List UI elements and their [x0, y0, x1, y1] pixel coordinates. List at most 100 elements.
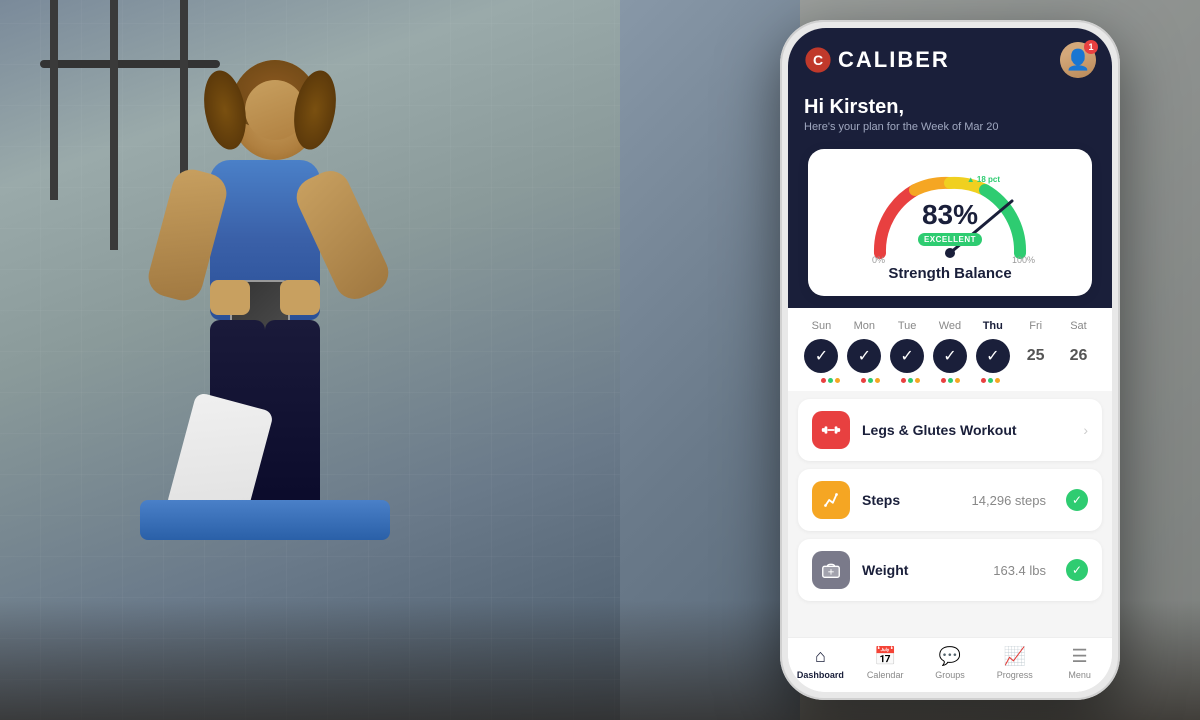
bench-top	[140, 500, 390, 540]
notification-badge: 1	[1084, 40, 1098, 54]
woman-hand-left	[210, 280, 250, 315]
day-cell-fri[interactable]: 25	[1018, 338, 1054, 374]
gauge-center: ▲ 18 pct 83% EXCELLENT	[910, 201, 990, 247]
check-circle-steps: ✓	[1066, 489, 1088, 511]
workout-item-steps[interactable]: Steps 14,296 steps ✓	[798, 469, 1102, 531]
day-check-tue: ✓	[890, 339, 924, 373]
nav-item-calendar[interactable]: 📅 Calendar	[853, 646, 918, 680]
dot-orange-wed	[955, 378, 960, 383]
greeting-hi: Hi Kirsten,	[804, 96, 1096, 119]
main-content: Sun Mon Tue Wed Thu Fri Sat ✓	[788, 308, 1112, 637]
nav-label-dashboard: Dashboard	[797, 670, 844, 680]
gauge-section-bg: 0% 100% ▲ 18 pct 83% EXCELLENT Strength …	[788, 149, 1112, 308]
dot-red-thu	[981, 378, 986, 383]
dumbbell-icon	[820, 419, 842, 441]
workout-icon-legs	[812, 411, 850, 449]
nav-item-progress[interactable]: 📈 Progress	[982, 646, 1047, 680]
dot-orange-thu	[995, 378, 1000, 383]
gauge-title: Strength Balance	[888, 265, 1011, 282]
svg-text:0%: 0%	[872, 255, 885, 263]
scale-icon	[820, 559, 842, 581]
gauge-percent: 83%	[910, 201, 990, 229]
day-cell-sun[interactable]: ✓	[803, 338, 839, 374]
workout-name-steps: Steps	[862, 492, 960, 508]
nav-label-menu: Menu	[1068, 670, 1091, 680]
nav-item-dashboard[interactable]: ⌂ Dashboard	[788, 646, 853, 680]
day-cell-thu[interactable]: ✓	[975, 338, 1011, 374]
dot-red-sun	[821, 378, 826, 383]
nav-label-progress: Progress	[997, 670, 1033, 680]
dot-orange-sun	[835, 378, 840, 383]
woman-leg-right	[265, 320, 320, 520]
dot-green-mon	[868, 378, 873, 383]
vertical-bar-1	[50, 0, 58, 200]
phone-mockup: C CALIBER 1 Hi Kirsten, Here's your plan	[780, 20, 1120, 700]
day-cell-mon[interactable]: ✓	[846, 338, 882, 374]
bottom-nav: ⌂ Dashboard 📅 Calendar 💬 Groups 📈 Progre…	[788, 637, 1112, 692]
dot-group-thu	[972, 378, 1008, 383]
svg-text:100%: 100%	[1012, 255, 1035, 263]
dot-group-mon	[852, 378, 888, 383]
nav-label-groups: Groups	[935, 670, 965, 680]
greeting-section: Hi Kirsten, Here's your plan for the Wee…	[788, 90, 1112, 149]
day-check-mon: ✓	[847, 339, 881, 373]
dot-group-wed	[932, 378, 968, 383]
chevron-right-legs: ›	[1083, 422, 1088, 438]
workout-name-weight: Weight	[862, 562, 981, 578]
dot-green-tue	[908, 378, 913, 383]
menu-icon: ☰	[1072, 646, 1088, 667]
workout-value-steps: 14,296 steps	[972, 493, 1046, 508]
progress-icon: 📈	[1004, 646, 1026, 667]
app-screen: C CALIBER 1 Hi Kirsten, Here's your plan	[788, 28, 1112, 692]
phone-screen-area: C CALIBER 1 Hi Kirsten, Here's your plan	[788, 28, 1112, 692]
greeting-subtitle: Here's your plan for the Week of Mar 20	[804, 121, 1096, 133]
dot-orange-tue	[915, 378, 920, 383]
day-sat: Sat	[1060, 320, 1096, 332]
app-title-text: CALIBER	[838, 47, 950, 73]
dot-group-tue	[892, 378, 928, 383]
day-number-sat: 26	[1070, 347, 1088, 365]
gauge-excellent-badge: EXCELLENT	[918, 233, 982, 246]
workout-value-weight: 163.4 lbs	[993, 563, 1046, 578]
check-circle-weight: ✓	[1066, 559, 1088, 581]
nav-item-groups[interactable]: 💬 Groups	[918, 646, 983, 680]
day-wed: Wed	[932, 320, 968, 332]
day-dots-row	[800, 378, 1100, 383]
app-header: C CALIBER 1	[788, 28, 1112, 90]
workout-item-weight[interactable]: Weight 163.4 lbs ✓	[798, 539, 1102, 601]
day-check-sun: ✓	[804, 339, 838, 373]
gauge-increase: ▲ 18 pct	[967, 175, 1000, 184]
dot-group-fri	[1012, 378, 1048, 383]
week-calendar: Sun Mon Tue Wed Thu Fri Sat ✓	[788, 308, 1112, 391]
dot-red-mon	[861, 378, 866, 383]
dot-red-tue	[901, 378, 906, 383]
dot-green-wed	[948, 378, 953, 383]
nav-label-calendar: Calendar	[867, 670, 904, 680]
week-days-header: Sun Mon Tue Wed Thu Fri Sat	[800, 320, 1100, 332]
workout-icon-weight	[812, 551, 850, 589]
nav-item-menu[interactable]: ☰ Menu	[1047, 646, 1112, 680]
phone-shell: C CALIBER 1 Hi Kirsten, Here's your plan	[780, 20, 1120, 700]
gauge-wrapper: 0% 100% ▲ 18 pct 83% EXCELLENT	[860, 163, 1040, 263]
day-cell-sat[interactable]: 26	[1060, 338, 1096, 374]
dot-red-wed	[941, 378, 946, 383]
day-check-thu: ✓	[976, 339, 1010, 373]
workout-item-legs[interactable]: Legs & Glutes Workout ›	[798, 399, 1102, 461]
day-sun: Sun	[803, 320, 839, 332]
dot-orange-mon	[875, 378, 880, 383]
day-cell-wed[interactable]: ✓	[932, 338, 968, 374]
dot-group-sun	[812, 378, 848, 383]
woman-hand-right	[280, 280, 320, 315]
dot-green-thu	[988, 378, 993, 383]
workout-list: Legs & Glutes Workout ›	[788, 399, 1112, 601]
gauge-card: 0% 100% ▲ 18 pct 83% EXCELLENT Strength …	[808, 149, 1092, 296]
day-number-fri: 25	[1027, 347, 1045, 365]
workout-name-legs: Legs & Glutes Workout	[862, 422, 1071, 438]
day-cell-tue[interactable]: ✓	[889, 338, 925, 374]
user-avatar-container[interactable]: 1	[1060, 42, 1096, 78]
day-check-wed: ✓	[933, 339, 967, 373]
calendar-icon: 📅	[874, 646, 896, 667]
steps-icon	[820, 489, 842, 511]
week-days-row: ✓ ✓ ✓ ✓ ✓	[800, 338, 1100, 374]
day-tue: Tue	[889, 320, 925, 332]
